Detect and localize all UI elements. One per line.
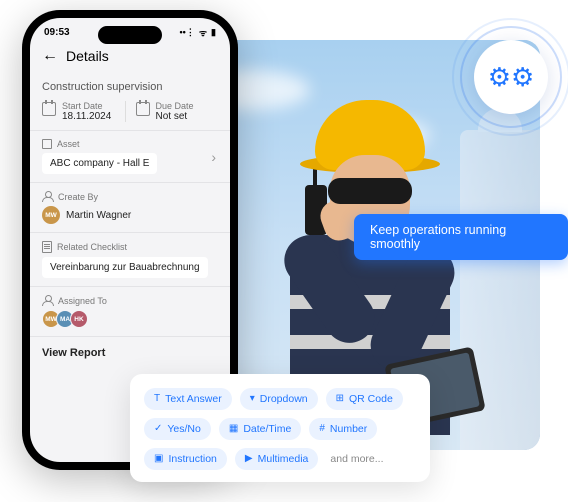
asset-field[interactable]: Asset ABC company - Hall E › <box>30 131 230 182</box>
user-icon <box>42 191 53 202</box>
chip-label: Text Answer <box>165 393 222 405</box>
created-by-field: Create By MW Martin Wagner <box>30 183 230 232</box>
checklist-label: Related Checklist <box>57 242 127 252</box>
start-date-field[interactable]: Start Date 18.11.2024 <box>42 101 125 122</box>
more-link[interactable]: and more... <box>326 453 383 465</box>
due-date-value: Not set <box>156 111 194 122</box>
asset-label: Asset <box>57 139 80 149</box>
wifi-icon: ᯤ <box>199 26 207 39</box>
assigned-to-field[interactable]: Assigned To MW MA HK <box>30 287 230 336</box>
gear-badge: ⚙⚙ <box>474 40 548 114</box>
chip-label: Instruction <box>168 453 216 465</box>
due-date-field[interactable]: Due Date Not set <box>125 101 219 122</box>
sunglasses-icon <box>328 178 412 204</box>
calendar-icon: ▦ <box>229 424 238 434</box>
created-by-label: Create By <box>58 192 98 202</box>
chip-yes-no[interactable]: ✓ Yes/No <box>144 418 211 440</box>
chip-number[interactable]: # Number <box>309 418 377 440</box>
start-date-label: Start Date <box>62 101 111 111</box>
checklist-field[interactable]: Related Checklist Vereinbarung zur Bauab… <box>30 233 230 286</box>
chip-text-answer[interactable]: T Text Answer <box>144 388 232 410</box>
avatar: MW <box>42 206 60 224</box>
battery-icon: ▮ <box>211 27 216 38</box>
signal-icon: ••⋮ <box>180 27 195 38</box>
back-button[interactable]: ← <box>42 47 58 65</box>
instruction-icon: ▣ <box>154 454 163 464</box>
number-icon: # <box>319 424 325 434</box>
checklist-icon <box>42 241 52 253</box>
created-by-name: Martin Wagner <box>66 210 131 221</box>
asset-value: ABC company - Hall E <box>42 153 157 174</box>
chip-label: Dropdown <box>260 393 308 405</box>
checklist-value: Vereinbarung zur Bauabrechnung <box>42 257 208 278</box>
start-date-value: 18.11.2024 <box>62 111 111 122</box>
chip-label: QR Code <box>349 393 393 405</box>
check-icon: ✓ <box>154 424 162 434</box>
chevron-right-icon: › <box>211 149 216 165</box>
chip-label: Date/Time <box>243 423 291 435</box>
page-title: Details <box>66 48 109 64</box>
asset-icon <box>42 139 52 149</box>
app-header: ← Details <box>30 41 230 75</box>
play-icon: ▶ <box>245 454 253 464</box>
chip-label: Yes/No <box>167 423 200 435</box>
qr-icon: ⊞ <box>336 394 344 404</box>
chip-label: Multimedia <box>258 453 309 465</box>
chip-label: Number <box>330 423 367 435</box>
view-report-button[interactable]: View Report <box>30 337 230 369</box>
calendar-icon <box>42 102 56 116</box>
chip-date-time[interactable]: ▦ Date/Time <box>219 418 302 440</box>
status-time: 09:53 <box>44 27 70 38</box>
callout-banner: Keep operations running smoothly <box>354 214 568 260</box>
users-icon <box>42 295 53 306</box>
avatar: HK <box>70 310 88 328</box>
dynamic-island <box>98 26 162 44</box>
date-row: Start Date 18.11.2024 Due Date Not set <box>30 101 230 130</box>
assigned-label: Assigned To <box>58 296 107 306</box>
section-heading: Construction supervision <box>30 75 230 101</box>
calendar-icon <box>136 102 150 116</box>
chip-dropdown[interactable]: ▾ Dropdown <box>240 388 318 410</box>
chip-instruction[interactable]: ▣ Instruction <box>144 448 227 470</box>
gears-icon: ⚙⚙ <box>488 62 535 93</box>
chip-multimedia[interactable]: ▶ Multimedia <box>235 448 318 470</box>
text-icon: T <box>154 394 160 404</box>
due-date-label: Due Date <box>156 101 194 111</box>
input-types-card: TText Answer ▾Dropdown ⊞QR Code ✓Yes/No … <box>130 374 430 482</box>
dropdown-icon: ▾ <box>250 394 255 404</box>
chip-qr-code[interactable]: ⊞ QR Code <box>326 388 403 410</box>
